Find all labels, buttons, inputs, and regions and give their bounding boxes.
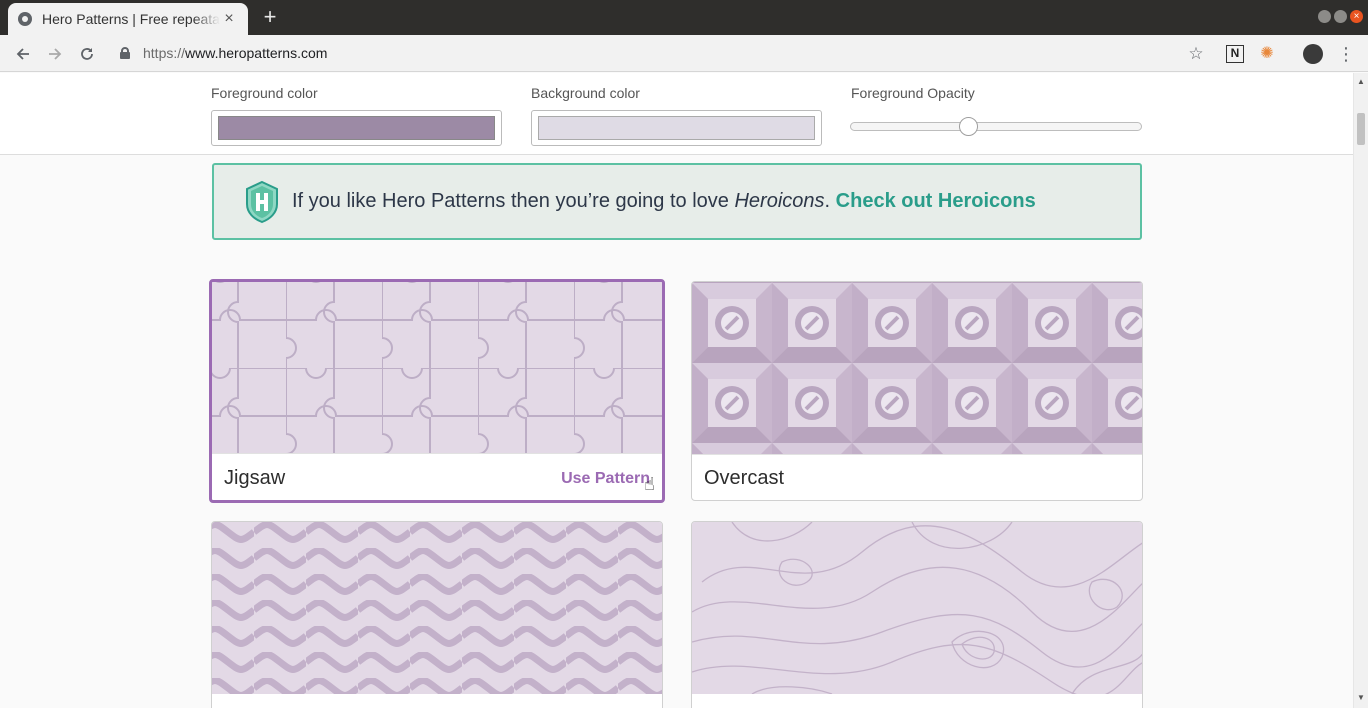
address-bar[interactable]: https://www.heropatterns.com: [143, 45, 327, 61]
back-icon: [16, 48, 29, 60]
url-scheme: https://: [143, 45, 186, 61]
pattern-card-overcast[interactable]: Overcast: [691, 281, 1143, 501]
pattern-card-wavy[interactable]: [211, 521, 663, 708]
maximize-window-button[interactable]: [1334, 10, 1347, 23]
foreground-color-label: Foreground color: [211, 85, 318, 101]
page-scrollbar[interactable]: ▲ ▼: [1353, 73, 1368, 708]
lock-icon[interactable]: [120, 47, 130, 59]
pattern-settings-bar: Foreground color Background color Foregr…: [0, 73, 1353, 155]
pattern-card-jigsaw[interactable]: Jigsaw Use Pattern: [209, 279, 665, 503]
tab-title: Hero Patterns | Free repeatable SVG back…: [42, 11, 220, 27]
background-color-input[interactable]: [531, 110, 822, 146]
banner-emphasis: Heroicons: [734, 190, 825, 212]
topography-pattern-graphic: [692, 522, 1142, 694]
new-tab-button[interactable]: +: [258, 6, 282, 30]
foreground-color-swatch: [218, 116, 495, 140]
check-out-heroicons-link[interactable]: Check out Heroicons: [836, 190, 1036, 212]
pattern-card-topography[interactable]: [691, 521, 1143, 708]
heroicons-banner: If you like Hero Patterns then you’re go…: [212, 163, 1142, 240]
browser-toolbar: https://www.heropatterns.com ☆ N ✺ ⋮: [0, 35, 1368, 72]
minimize-window-button[interactable]: [1318, 10, 1331, 23]
tab-strip: Hero Patterns | Free repeatable SVG back…: [0, 0, 1368, 35]
banner-text: If you like Hero Patterns then you’re go…: [292, 190, 1036, 213]
use-pattern-button[interactable]: Use Pattern: [561, 470, 650, 488]
scroll-down-arrow-icon[interactable]: ▼: [1357, 693, 1365, 702]
reload-icon: [81, 48, 93, 60]
topography-pattern-preview: [692, 522, 1142, 694]
forward-button[interactable]: [42, 41, 68, 67]
avatar-icon[interactable]: [1303, 44, 1323, 64]
close-window-button[interactable]: ×: [1350, 10, 1363, 23]
jigsaw-pattern-preview: [212, 282, 662, 453]
pattern-name-jigsaw: Jigsaw: [224, 467, 286, 489]
bookmark-star-icon[interactable]: ☆: [1186, 44, 1206, 64]
pattern-name-overcast: Overcast: [704, 467, 785, 489]
tab-close-icon[interactable]: ×: [220, 10, 238, 28]
background-color-label: Background color: [531, 85, 640, 101]
forward-icon: [49, 48, 62, 60]
page-viewport: Foreground color Background color Foregr…: [0, 73, 1353, 708]
extension-n-icon[interactable]: N: [1226, 45, 1244, 63]
overcast-pattern-graphic: [692, 282, 1142, 454]
mouse-cursor-icon: ☝: [644, 474, 655, 494]
url-host: www.heropatterns.com: [185, 45, 328, 61]
background-color-swatch: [538, 116, 815, 140]
extension-orange-icon[interactable]: ✺: [1257, 44, 1277, 64]
banner-text-after: .: [824, 190, 836, 212]
globe-icon: [18, 12, 32, 26]
overcast-pattern-preview: [692, 282, 1142, 454]
opacity-slider-track[interactable]: [850, 122, 1142, 131]
back-button[interactable]: [10, 41, 36, 67]
banner-text-before: If you like Hero Patterns then you’re go…: [292, 190, 735, 212]
wavy-pattern-graphic: [212, 522, 662, 694]
opacity-slider-thumb[interactable]: [959, 117, 979, 136]
scroll-thumb[interactable]: [1357, 113, 1365, 145]
foreground-opacity-label: Foreground Opacity: [851, 85, 975, 101]
browser-tab[interactable]: Hero Patterns | Free repeatable SVG back…: [8, 3, 248, 35]
scroll-up-arrow-icon[interactable]: ▲: [1357, 77, 1365, 86]
jigsaw-pattern-graphic: [212, 282, 662, 453]
heroicons-logo-icon: [246, 180, 278, 223]
overcast-card-footer: Overcast: [692, 454, 1142, 500]
foreground-color-input[interactable]: [211, 110, 502, 146]
reload-button[interactable]: [74, 41, 100, 67]
wavy-pattern-preview: [212, 522, 662, 694]
jigsaw-card-footer: Jigsaw Use Pattern: [212, 453, 662, 500]
menu-icon[interactable]: ⋮: [1336, 44, 1356, 64]
